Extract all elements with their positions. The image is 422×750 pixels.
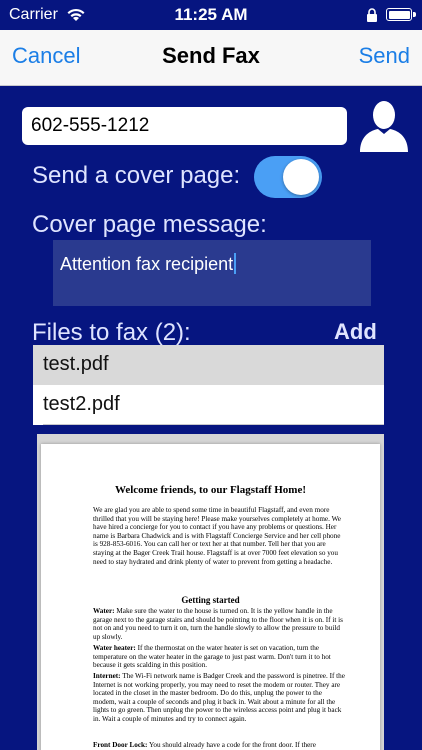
document-section-heading: Getting started [181, 595, 240, 605]
document-paragraph-water: Water: Make sure the water to the house … [93, 607, 345, 641]
document-intro: We are glad you are able to spend some t… [93, 506, 341, 566]
door-label: Front Door Lock: [93, 741, 148, 749]
door-text: You should already have a code for the f… [147, 741, 316, 749]
file-row-test2-pdf[interactable]: test2.pdf [33, 385, 384, 425]
add-file-button[interactable]: Add [334, 319, 377, 345]
internet-text: The Wi-Fi network name is Badger Creek a… [93, 672, 345, 723]
clock: 11:25 AM [174, 5, 248, 24]
internet-label: Internet: [93, 672, 121, 680]
water-text: Make sure the water to the house is turn… [93, 607, 343, 641]
document-paragraph-heater: Water heater: If the thermostat on the w… [93, 644, 345, 670]
water-label: Water: [93, 607, 115, 615]
text-caret [234, 253, 237, 274]
cover-message-textarea[interactable]: Attention fax recipient [53, 240, 371, 306]
fax-number-input[interactable] [22, 107, 347, 145]
cancel-button[interactable]: Cancel [12, 43, 80, 69]
send-button[interactable]: Send [359, 43, 410, 69]
files-list: test.pdf test2.pdf [33, 345, 384, 425]
preview-page: Welcome friends, to our Flagstaff Home! … [41, 444, 380, 750]
battery-icon [386, 8, 416, 21]
heater-label: Water heater: [93, 644, 136, 652]
files-label: Files to fax (2): [32, 319, 191, 346]
status-bar: Carrier 11:25 AM [0, 0, 422, 30]
contact-person-icon[interactable] [358, 98, 410, 154]
orientation-lock-icon [366, 8, 377, 22]
document-paragraph-internet: Internet: The Wi-Fi network name is Badg… [93, 672, 345, 724]
cover-message-value: Attention fax recipient [60, 254, 234, 274]
cover-message-text: Attention fax recipient [60, 253, 237, 275]
toggle-knob [283, 159, 319, 195]
cover-message-label: Cover page message: [32, 211, 267, 238]
nav-bar: Cancel Send Fax Send [0, 30, 422, 86]
file-row-test-pdf[interactable]: test.pdf [33, 345, 384, 385]
document-title: Welcome friends, to our Flagstaff Home! [114, 484, 307, 496]
cover-page-toggle[interactable] [254, 156, 322, 198]
cover-page-label: Send a cover page: [32, 162, 241, 189]
document-paragraph-door: Front Door Lock: You should already have… [93, 741, 345, 750]
document-preview[interactable]: Welcome friends, to our Flagstaff Home! … [37, 434, 384, 750]
